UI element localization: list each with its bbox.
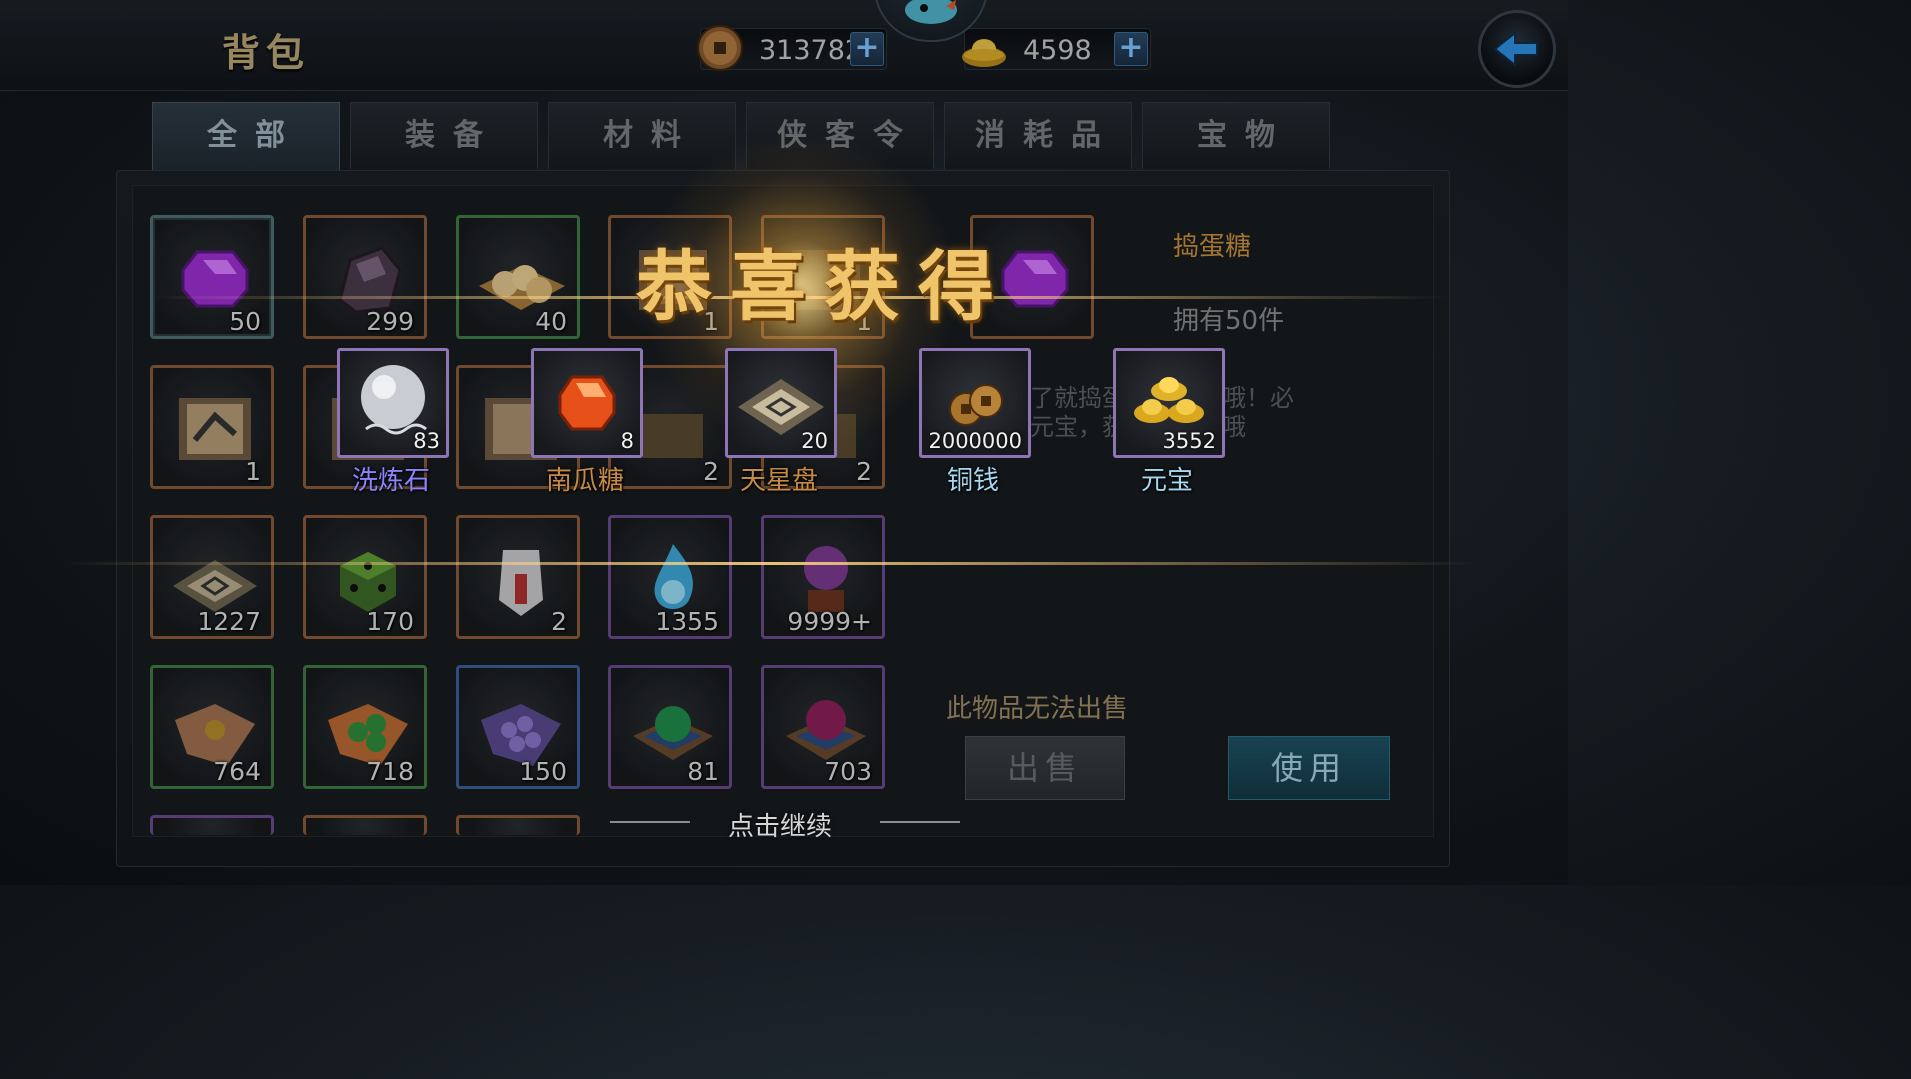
item-slot[interactable]: 1355: [608, 515, 732, 639]
continue-ornament-right: [880, 821, 960, 823]
item-detail-name: 捣蛋糖: [1173, 232, 1252, 262]
reward-item[interactable]: 3552: [1113, 348, 1225, 458]
item-count: 718: [366, 757, 414, 786]
item-slot[interactable]: 50: [150, 215, 274, 339]
item-slot[interactable]: 9999+: [761, 515, 885, 639]
item-count: 40: [535, 307, 567, 336]
copper-coin-icon: [697, 25, 743, 71]
light-streak: [60, 562, 1480, 565]
reward-name: 铜钱: [946, 466, 999, 496]
top-bar: 背包 3137823 + 4598 +: [0, 0, 1568, 91]
item-slot[interactable]: 299: [303, 215, 427, 339]
back-arrow-icon: [1493, 30, 1538, 68]
reward-count: 20: [801, 429, 828, 453]
gold-ingot-display: 4598 +: [962, 28, 1151, 70]
reward-item[interactable]: 8: [531, 348, 643, 458]
item-count: 81: [687, 757, 719, 786]
use-button[interactable]: 使用: [1228, 736, 1390, 800]
page-title: 背包: [222, 30, 311, 75]
congrats-title: 恭喜获得: [636, 242, 1012, 331]
reward-name: 南瓜糖: [545, 466, 624, 496]
item-count: 150: [519, 757, 567, 786]
reward-item[interactable]: 20: [725, 348, 837, 458]
item-slot[interactable]: 1: [150, 365, 274, 489]
sell-button[interactable]: 出售: [965, 736, 1125, 800]
reward-count: 8: [620, 429, 634, 453]
tab-consumables[interactable]: 消耗品: [944, 102, 1132, 169]
back-button[interactable]: [1478, 10, 1556, 88]
item-slot[interactable]: 764: [150, 665, 274, 789]
tab-all[interactable]: 全部: [152, 102, 340, 171]
reward-count: 83: [413, 429, 440, 453]
reward-item[interactable]: 83: [337, 348, 449, 458]
add-gold-button[interactable]: +: [1114, 32, 1148, 66]
tab-equipment[interactable]: 装备: [350, 102, 538, 169]
item-count: 703: [824, 757, 872, 786]
item-slot[interactable]: 150: [456, 665, 580, 789]
reward-name: 洗炼石: [351, 466, 430, 496]
item-slot[interactable]: [150, 815, 274, 835]
reward-item[interactable]: 2000000: [919, 348, 1031, 458]
continue-ornament-left: [610, 821, 690, 823]
gold-amount: 4598: [1023, 35, 1092, 66]
copper-coin-display: 3137823 +: [697, 25, 887, 71]
item-slot[interactable]: [456, 815, 580, 835]
reward-count: 3552: [1162, 429, 1216, 453]
item-slot[interactable]: [303, 815, 427, 835]
cannot-sell-notice: 此物品无法出售: [946, 694, 1129, 724]
tap-to-continue[interactable]: 点击继续: [728, 806, 832, 843]
item-count: 764: [213, 757, 261, 786]
item-slot[interactable]: 40: [456, 215, 580, 339]
item-detail-owned: 拥有50件: [1173, 306, 1285, 336]
item-slot[interactable]: 1227: [150, 515, 274, 639]
mascot-icon: [905, 0, 957, 24]
item-slot[interactable]: 170: [303, 515, 427, 639]
item-slot[interactable]: 718: [303, 665, 427, 789]
reward-name: 元宝: [1140, 466, 1193, 496]
tab-treasures[interactable]: 宝物: [1142, 102, 1330, 169]
mascot-badge[interactable]: [874, 0, 988, 42]
item-count: 1: [245, 457, 261, 486]
item-count: 1355: [655, 607, 719, 636]
item-count: 2: [551, 607, 567, 636]
item-count: 9999+: [787, 607, 872, 636]
item-slot[interactable]: 81: [608, 665, 732, 789]
reward-count: 2000000: [928, 429, 1022, 453]
item-count: 1227: [197, 607, 261, 636]
item-count: 299: [366, 307, 414, 336]
item-count: 50: [229, 307, 261, 336]
item-slot[interactable]: 2: [456, 515, 580, 639]
item-slot[interactable]: 703: [761, 665, 885, 789]
item-count: 170: [366, 607, 414, 636]
reward-name: 天星盘: [739, 466, 818, 496]
